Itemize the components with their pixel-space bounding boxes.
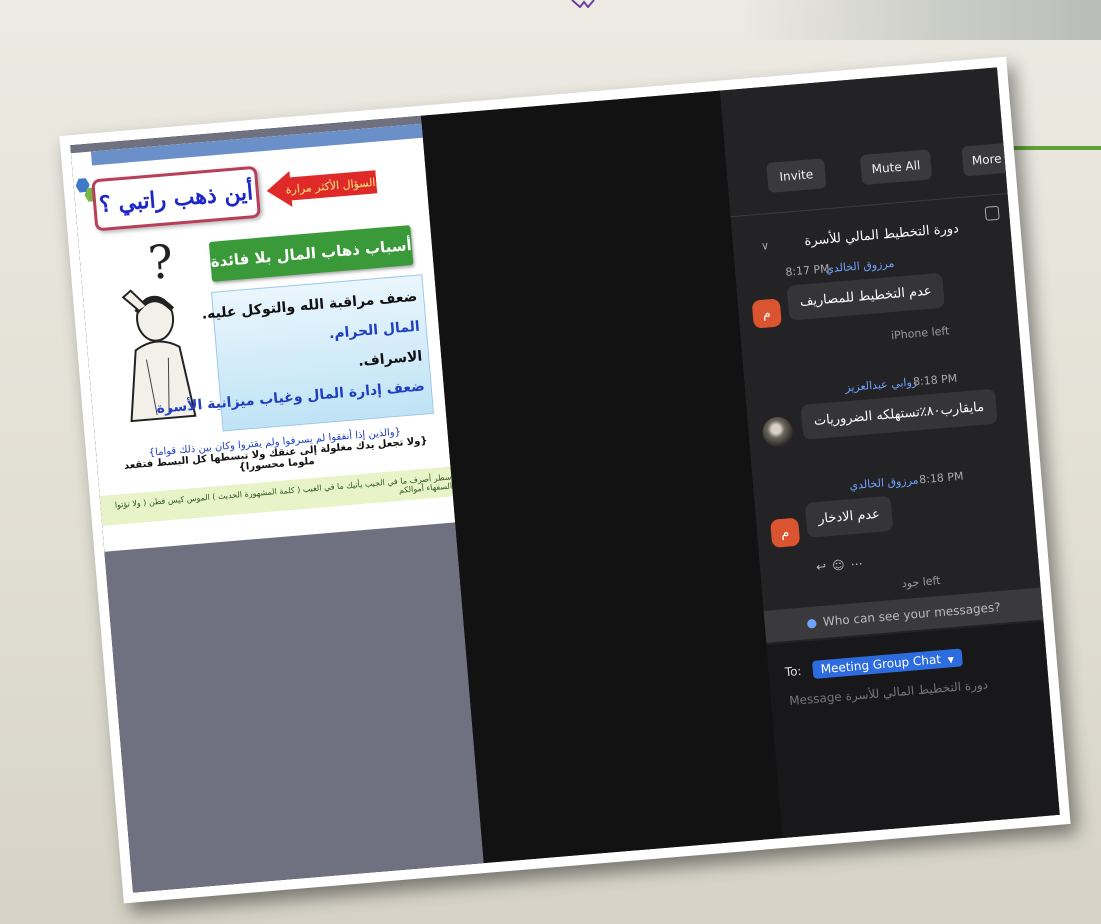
emoji-reaction-icon[interactable]: ☺ [832,557,852,573]
accent-line [1010,146,1101,150]
message-bubble: عدم التخطيط للمصاريف [786,272,945,321]
reply-icon[interactable]: ↩ [816,559,833,574]
message-bubble: عدم الادخار [804,495,894,538]
logo-fragment-icon [571,0,595,8]
svg-text:?: ? [146,235,175,290]
slide-header-bar [90,123,423,166]
compose-area: To: Meeting Group Chat ▼ [766,621,1060,839]
chevron-down-icon: ▼ [947,655,955,665]
presentation-slide: أين ذهب راتبي ؟ السؤال الأكثر مرارة ? أس… [70,123,456,552]
causes-banner: أسباب ذهاب المال بلا فائدة [208,225,414,282]
message-input[interactable] [786,676,992,710]
message-time: 8:18 PM [912,371,958,389]
chevron-down-icon[interactable]: ∨ [761,239,770,253]
message-bubble: مايقارب٨٠٪تستهلكه الضروريات [800,388,998,440]
divider [730,192,1008,218]
photo-frame: أين ذهب راتبي ؟ السؤال الأكثر مرارة ? أس… [59,56,1071,904]
more-button[interactable]: More ▼ [961,141,1022,177]
slide-title: أين ذهب راتبي ؟ [91,165,261,232]
message-time: 8:17 PM [784,262,831,279]
message-time: 8:18 PM [918,469,964,487]
who-can-see-text: Who can see your messages? [822,600,1002,629]
chat-title: دورة التخطيط المالي للأسرة [803,221,960,250]
status-note: جود left [901,573,941,591]
arrow-label-text: السؤال الأكثر مرارة [285,175,376,196]
avatar: م [770,517,801,548]
zoom-screenshot: أين ذهب راتبي ؟ السؤال الأكثر مرارة ? أس… [70,67,1060,893]
chevron-down-icon: ▼ [1004,152,1012,164]
message-sender: مرزوق الخالدي [848,473,919,493]
avatar [761,415,794,449]
popout-icon[interactable] [984,205,1000,221]
video-area [421,90,783,864]
reasons-list: ضعف مراقبة الله والتوكل عليه. المال الحر… [156,274,434,432]
status-note: iPhone left [890,324,950,343]
recipient-dropdown[interactable]: Meeting Group Chat ▼ [812,648,963,679]
mute-all-button[interactable]: Mute All [859,149,933,186]
background-decoration [741,0,1101,40]
recipient-label: Meeting Group Chat [820,652,942,677]
shared-screen-pane: أين ذهب راتبي ؟ السؤال الأكثر مرارة ? أس… [70,115,484,893]
message-actions[interactable]: ↩☺⋯ [816,556,870,574]
to-label: To: [784,663,803,680]
avatar: م [751,298,782,329]
user-privacy-icon: ● [805,615,818,631]
arrow-label: السؤال الأكثر مرارة [265,164,378,209]
more-label: More [971,151,1003,168]
more-options-icon[interactable]: ⋯ [850,556,869,571]
message-sender: مرزوق الخالدي [824,256,895,276]
message-sender: روابي عبدالعزيز [844,375,918,395]
invite-button[interactable]: Invite [766,158,827,193]
